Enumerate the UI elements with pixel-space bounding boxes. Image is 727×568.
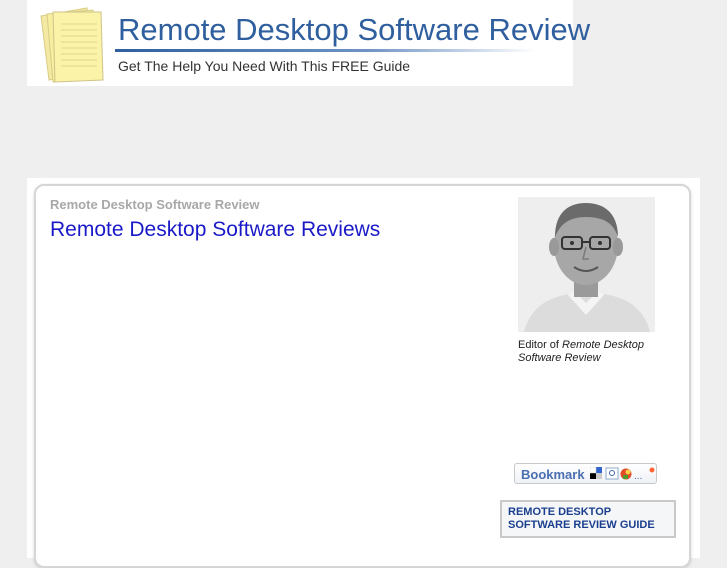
digg-icon — [605, 467, 619, 480]
delicious-icon — [590, 467, 602, 479]
social-bookmark-icons: ... — [590, 467, 655, 481]
page-title[interactable]: Remote Desktop Software Reviews — [50, 218, 380, 242]
site-header: Remote Desktop Software Review Get The H… — [27, 0, 590, 86]
title-divider — [115, 49, 535, 52]
editor-caption-prefix: Editor of — [518, 339, 563, 351]
stumbleupon-icon — [620, 468, 632, 480]
bookmark-label: Bookmark — [521, 467, 585, 482]
site-title[interactable]: Remote Desktop Software Review — [118, 12, 590, 48]
editor-caption: Editor of Remote Desktop Software Review — [518, 339, 668, 365]
guide-link[interactable]: REMOTE DESKTOP SOFTWARE REVIEW GUIDE — [508, 506, 668, 532]
document-stack-icon — [40, 7, 104, 83]
bookmark-button[interactable]: Bookmark ... — [514, 463, 657, 484]
breadcrumb[interactable]: Remote Desktop Software Review — [50, 197, 260, 212]
share-plus-icon — [649, 467, 655, 473]
guide-link-box[interactable]: REMOTE DESKTOP SOFTWARE REVIEW GUIDE — [500, 500, 676, 538]
bookmark-more: ... — [634, 471, 642, 481]
editor-photo — [518, 197, 655, 332]
site-tagline: Get The Help You Need With This FREE Gui… — [118, 58, 411, 74]
